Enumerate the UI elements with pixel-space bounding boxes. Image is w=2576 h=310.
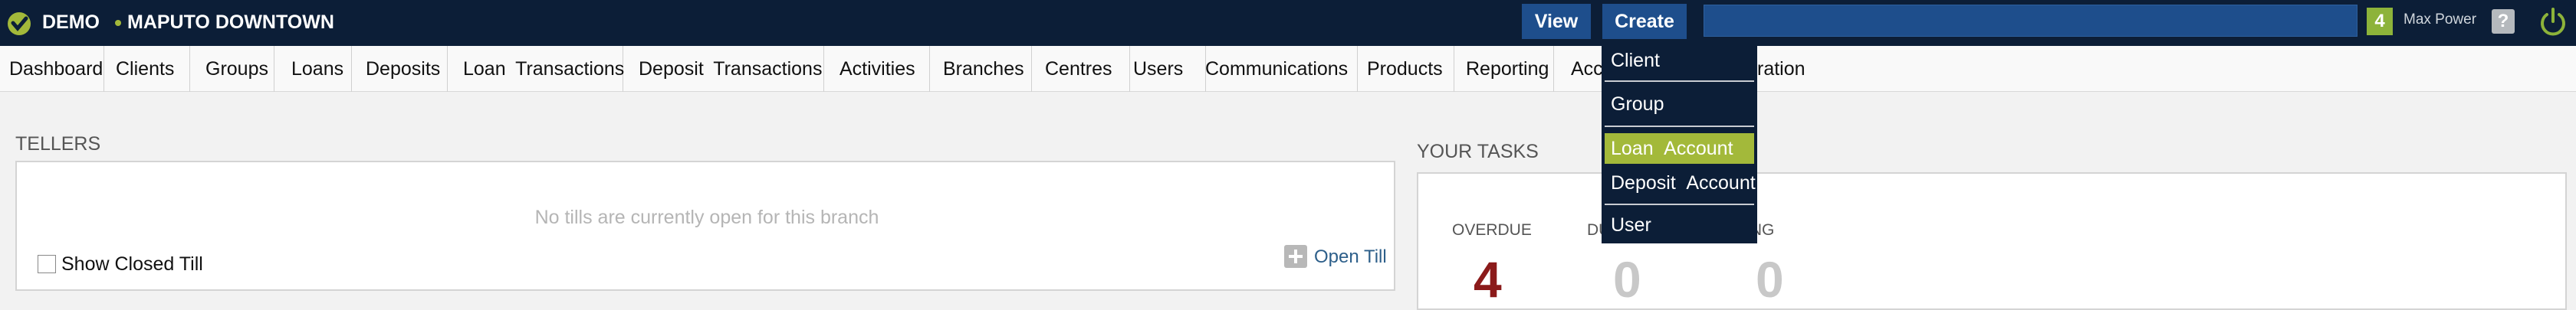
create-deposit-account-item[interactable]: Deposit Account <box>1605 167 1756 199</box>
create-button[interactable]: Create <box>1602 4 1687 39</box>
nav-deposit-transactions[interactable]: Deposit Transactions <box>623 46 824 92</box>
create-user-item[interactable]: User <box>1605 210 1754 240</box>
show-closed-till-label[interactable]: Show Closed Till <box>61 253 203 276</box>
show-closed-till-checkbox[interactable] <box>38 255 56 273</box>
user-name[interactable]: Max Power <box>2404 11 2476 28</box>
create-loan-account-item[interactable]: Loan Account <box>1605 133 1754 164</box>
menu-divider <box>1605 80 1754 82</box>
overdue-count[interactable]: 4 <box>1474 250 1502 308</box>
help-icon[interactable]: ? <box>2492 9 2515 34</box>
app-logo-icon <box>8 12 31 35</box>
create-dropdown-menu: Client Group Loan Account Deposit Accoun… <box>1602 40 1757 243</box>
nav-dashboard[interactable]: Dashboard <box>0 46 104 92</box>
nav-centres[interactable]: Centres <box>1032 46 1130 92</box>
nav-loans[interactable]: Loans <box>274 46 352 92</box>
nav-loan-transactions[interactable]: Loan Transactions <box>448 46 624 92</box>
tasks-panel: OVERDUE 4 DU 0 COMING 0 <box>1417 172 2567 310</box>
plus-icon[interactable] <box>1284 245 1307 268</box>
branch-dot-icon <box>115 20 121 26</box>
nav-reporting[interactable]: Reporting <box>1454 46 1554 92</box>
create-client-item[interactable]: Client <box>1605 45 1754 76</box>
create-group-item[interactable]: Group <box>1605 89 1754 119</box>
no-tills-message: No tills are currently open for this bra… <box>534 207 879 228</box>
menu-divider <box>1605 204 1754 205</box>
tellers-title: TELLERS <box>15 133 101 155</box>
nav-communications[interactable]: Communications <box>1191 46 1358 92</box>
nav-groups[interactable]: Groups <box>190 46 274 92</box>
overdue-label: OVERDUE <box>1452 221 1532 239</box>
logout-power-icon[interactable] <box>2538 6 2568 38</box>
tasks-title: YOUR TASKS <box>1417 141 1539 162</box>
search-input[interactable] <box>1704 5 2358 37</box>
upcoming-count[interactable]: 0 <box>1756 250 1784 308</box>
open-till-link[interactable]: Open Till <box>1314 246 1387 268</box>
nav-accounting[interactable]: Acc <box>1554 46 1603 92</box>
view-button[interactable]: View <box>1522 4 1591 39</box>
branch-name[interactable]: MAPUTO DOWNTOWN <box>127 11 334 34</box>
top-bar: DEMO MAPUTO DOWNTOWN View Create 4 Max P… <box>0 0 2576 46</box>
nav-branches[interactable]: Branches <box>930 46 1032 92</box>
main-nav: Dashboard Clients Groups Loans Deposits … <box>0 46 2576 92</box>
tellers-panel: No tills are currently open for this bra… <box>15 161 1395 291</box>
menu-divider <box>1605 126 1754 127</box>
nav-clients[interactable]: Clients <box>104 46 190 92</box>
nav-activities[interactable]: Activities <box>824 46 930 92</box>
org-name: DEMO <box>42 11 100 33</box>
nav-administration[interactable]: ration <box>1757 46 1849 92</box>
due-count[interactable]: 0 <box>1613 250 1641 308</box>
nav-deposits[interactable]: Deposits <box>352 46 448 92</box>
notification-badge[interactable]: 4 <box>2367 8 2393 35</box>
nav-products[interactable]: Products <box>1358 46 1454 92</box>
